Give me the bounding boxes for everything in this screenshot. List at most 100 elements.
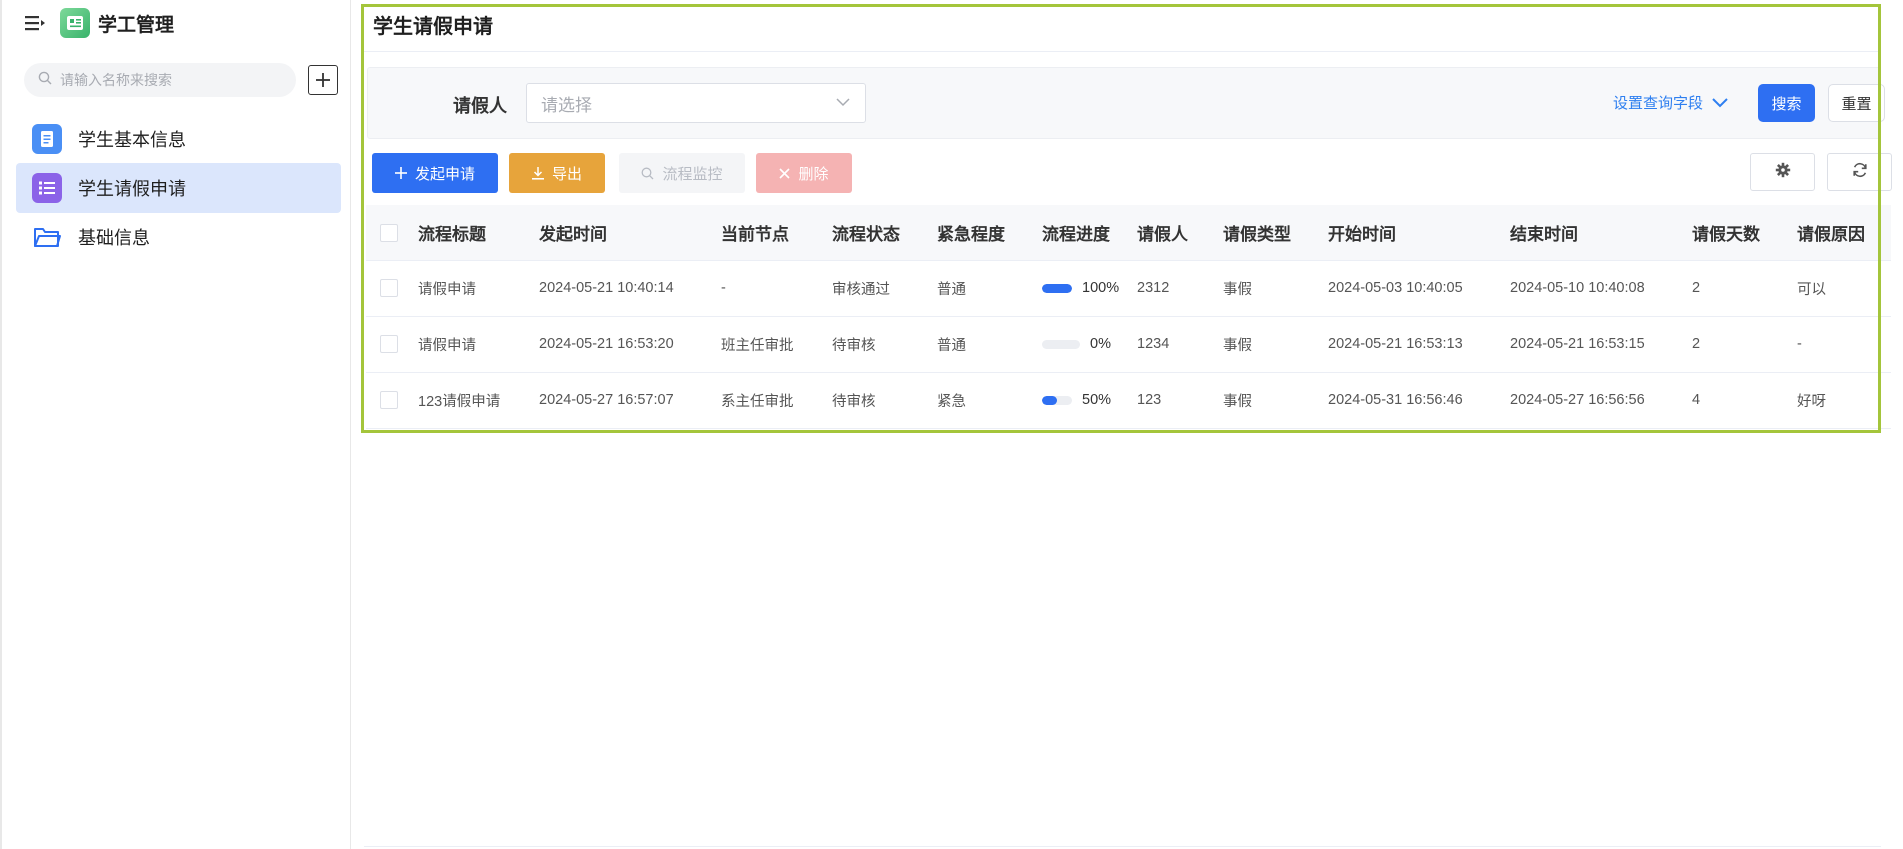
column-header[interactable]: 请假人: [1128, 205, 1214, 261]
menu-collapse-icon[interactable]: [24, 12, 46, 34]
page-title: 学生请假申请: [373, 16, 493, 38]
row-select-cell: [366, 316, 409, 373]
cell-reason: 可以: [1788, 260, 1891, 317]
column-header[interactable]: 紧急程度: [928, 205, 1033, 261]
row-checkbox[interactable]: [380, 279, 398, 297]
cell-applicant: 2312: [1128, 260, 1214, 317]
gear-icon: [1775, 162, 1791, 183]
add-button[interactable]: [308, 65, 338, 95]
cell-start: 2024-05-31 16:56:46: [1319, 372, 1501, 429]
table-row[interactable]: 123请假申请 2024-05-27 16:57:07 系主任审批 待审核 紧急…: [366, 372, 1891, 429]
table-header-row: 流程标题 发起时间 当前节点 流程状态 紧急程度 流程进度 请假人 请假类型 开…: [366, 205, 1891, 261]
plus-icon: [394, 167, 407, 179]
cell-status: 待审核: [823, 316, 928, 373]
sidebar-item-label: 学生基本信息: [78, 130, 186, 150]
select-placeholder: 请选择: [541, 95, 592, 115]
progress-track: [1042, 283, 1072, 293]
column-header[interactable]: 流程进度: [1033, 205, 1128, 261]
select-all-checkbox[interactable]: [380, 223, 398, 242]
sidebar-item-basic-info[interactable]: 基础信息: [16, 212, 341, 262]
sidebar-item-label: 基础信息: [78, 228, 150, 248]
set-query-fields-link[interactable]: 设置查询字段: [1613, 92, 1729, 113]
progress-bar: 0%: [1042, 336, 1128, 352]
delete-button[interactable]: 删除: [756, 153, 852, 193]
applicant-select[interactable]: 请选择: [526, 83, 866, 123]
app-title: 学工管理: [98, 14, 175, 36]
chevron-down-icon: [1711, 96, 1729, 113]
document-icon: [32, 124, 62, 154]
progress-fill: [1042, 283, 1072, 293]
cell-title: 请假申请: [409, 260, 530, 317]
cell-progress: 50%: [1033, 372, 1128, 429]
column-header[interactable]: 流程状态: [823, 205, 928, 261]
progress-label: 100%: [1082, 280, 1120, 296]
cell-urgency: 普通: [928, 260, 1033, 317]
table-row[interactable]: 请假申请 2024-05-21 10:40:14 - 审核通过 普通 100% …: [366, 260, 1891, 317]
sidebar-search-input[interactable]: [60, 72, 280, 88]
progress-bar: 50%: [1042, 392, 1128, 408]
new-application-label: 发起申请: [414, 165, 475, 183]
cell-end: 2024-05-21 16:53:15: [1501, 316, 1683, 373]
column-header[interactable]: 当前节点: [712, 205, 823, 261]
process-monitor-button[interactable]: 流程监控: [619, 153, 745, 193]
column-header[interactable]: 发起时间: [530, 205, 712, 261]
column-header[interactable]: 开始时间: [1319, 205, 1501, 261]
row-checkbox[interactable]: [380, 391, 398, 409]
column-header[interactable]: 请假类型: [1214, 205, 1319, 261]
row-select-cell: [366, 372, 409, 429]
refresh-button[interactable]: [1827, 153, 1892, 191]
search-button[interactable]: 搜索: [1758, 84, 1815, 122]
download-icon: [531, 166, 544, 180]
set-query-fields-label: 设置查询字段: [1613, 95, 1704, 112]
cell-title: 请假申请: [409, 316, 530, 373]
cell-node: -: [712, 260, 823, 317]
search-icon: [641, 167, 654, 180]
progress-track: [1042, 395, 1072, 405]
cell-reason: 好呀: [1788, 372, 1891, 429]
filter-label: 请假人: [453, 96, 507, 116]
column-settings-button[interactable]: [1750, 153, 1815, 191]
cell-status: 审核通过: [823, 260, 928, 317]
column-header[interactable]: 流程标题: [409, 205, 530, 261]
cell-type: 事假: [1214, 316, 1319, 373]
main-content: 学生请假申请 请假人 请选择 设置查询字段 搜索 重置 发起申请 导出 流程监控…: [351, 0, 1903, 849]
divider: [364, 51, 1881, 52]
filter-bar: 请假人 请选择 设置查询字段 搜索 重置: [367, 67, 1885, 139]
column-header[interactable]: 结束时间: [1501, 205, 1683, 261]
app-logo-icon: [60, 8, 90, 38]
reset-button[interactable]: 重置: [1828, 84, 1885, 122]
cell-status: 待审核: [823, 372, 928, 429]
cell-title: 123请假申请: [409, 372, 530, 429]
search-icon: [38, 71, 52, 90]
cell-days: 2: [1683, 316, 1788, 373]
select-all-cell: [366, 205, 409, 261]
new-application-button[interactable]: 发起申请: [372, 153, 498, 193]
cell-progress: 100%: [1033, 260, 1128, 317]
table-row[interactable]: 请假申请 2024-05-21 16:53:20 班主任审批 待审核 普通 0%…: [366, 316, 1891, 373]
cell-reason: -: [1788, 316, 1891, 373]
sidebar-item-student-info[interactable]: 学生基本信息: [16, 114, 341, 164]
close-icon: [779, 167, 791, 179]
refresh-icon: [1852, 162, 1868, 183]
sidebar: 学工管理 学生基本信息 学生请假申请 基础信息: [0, 0, 351, 849]
cell-start: 2024-05-21 16:53:13: [1319, 316, 1501, 373]
divider: [364, 846, 1881, 847]
progress-bar: 100%: [1042, 280, 1128, 296]
cell-end: 2024-05-27 16:56:56: [1501, 372, 1683, 429]
row-select-cell: [366, 260, 409, 317]
sidebar-header: 学工管理: [24, 8, 174, 38]
sidebar-search: [24, 63, 296, 97]
progress-label: 50%: [1082, 392, 1112, 408]
cell-urgency: 紧急: [928, 372, 1033, 429]
cell-node: 系主任审批: [712, 372, 823, 429]
column-header[interactable]: 请假天数: [1683, 205, 1788, 261]
cell-applicant: 1234: [1128, 316, 1214, 373]
cell-applicant: 123: [1128, 372, 1214, 429]
progress-label: 0%: [1090, 336, 1111, 352]
progress-fill: [1042, 395, 1057, 405]
row-checkbox[interactable]: [380, 335, 398, 353]
column-header[interactable]: 请假原因: [1788, 205, 1891, 261]
list-icon: [32, 173, 62, 203]
sidebar-item-leave-application[interactable]: 学生请假申请: [16, 163, 341, 213]
export-button[interactable]: 导出: [509, 153, 605, 193]
